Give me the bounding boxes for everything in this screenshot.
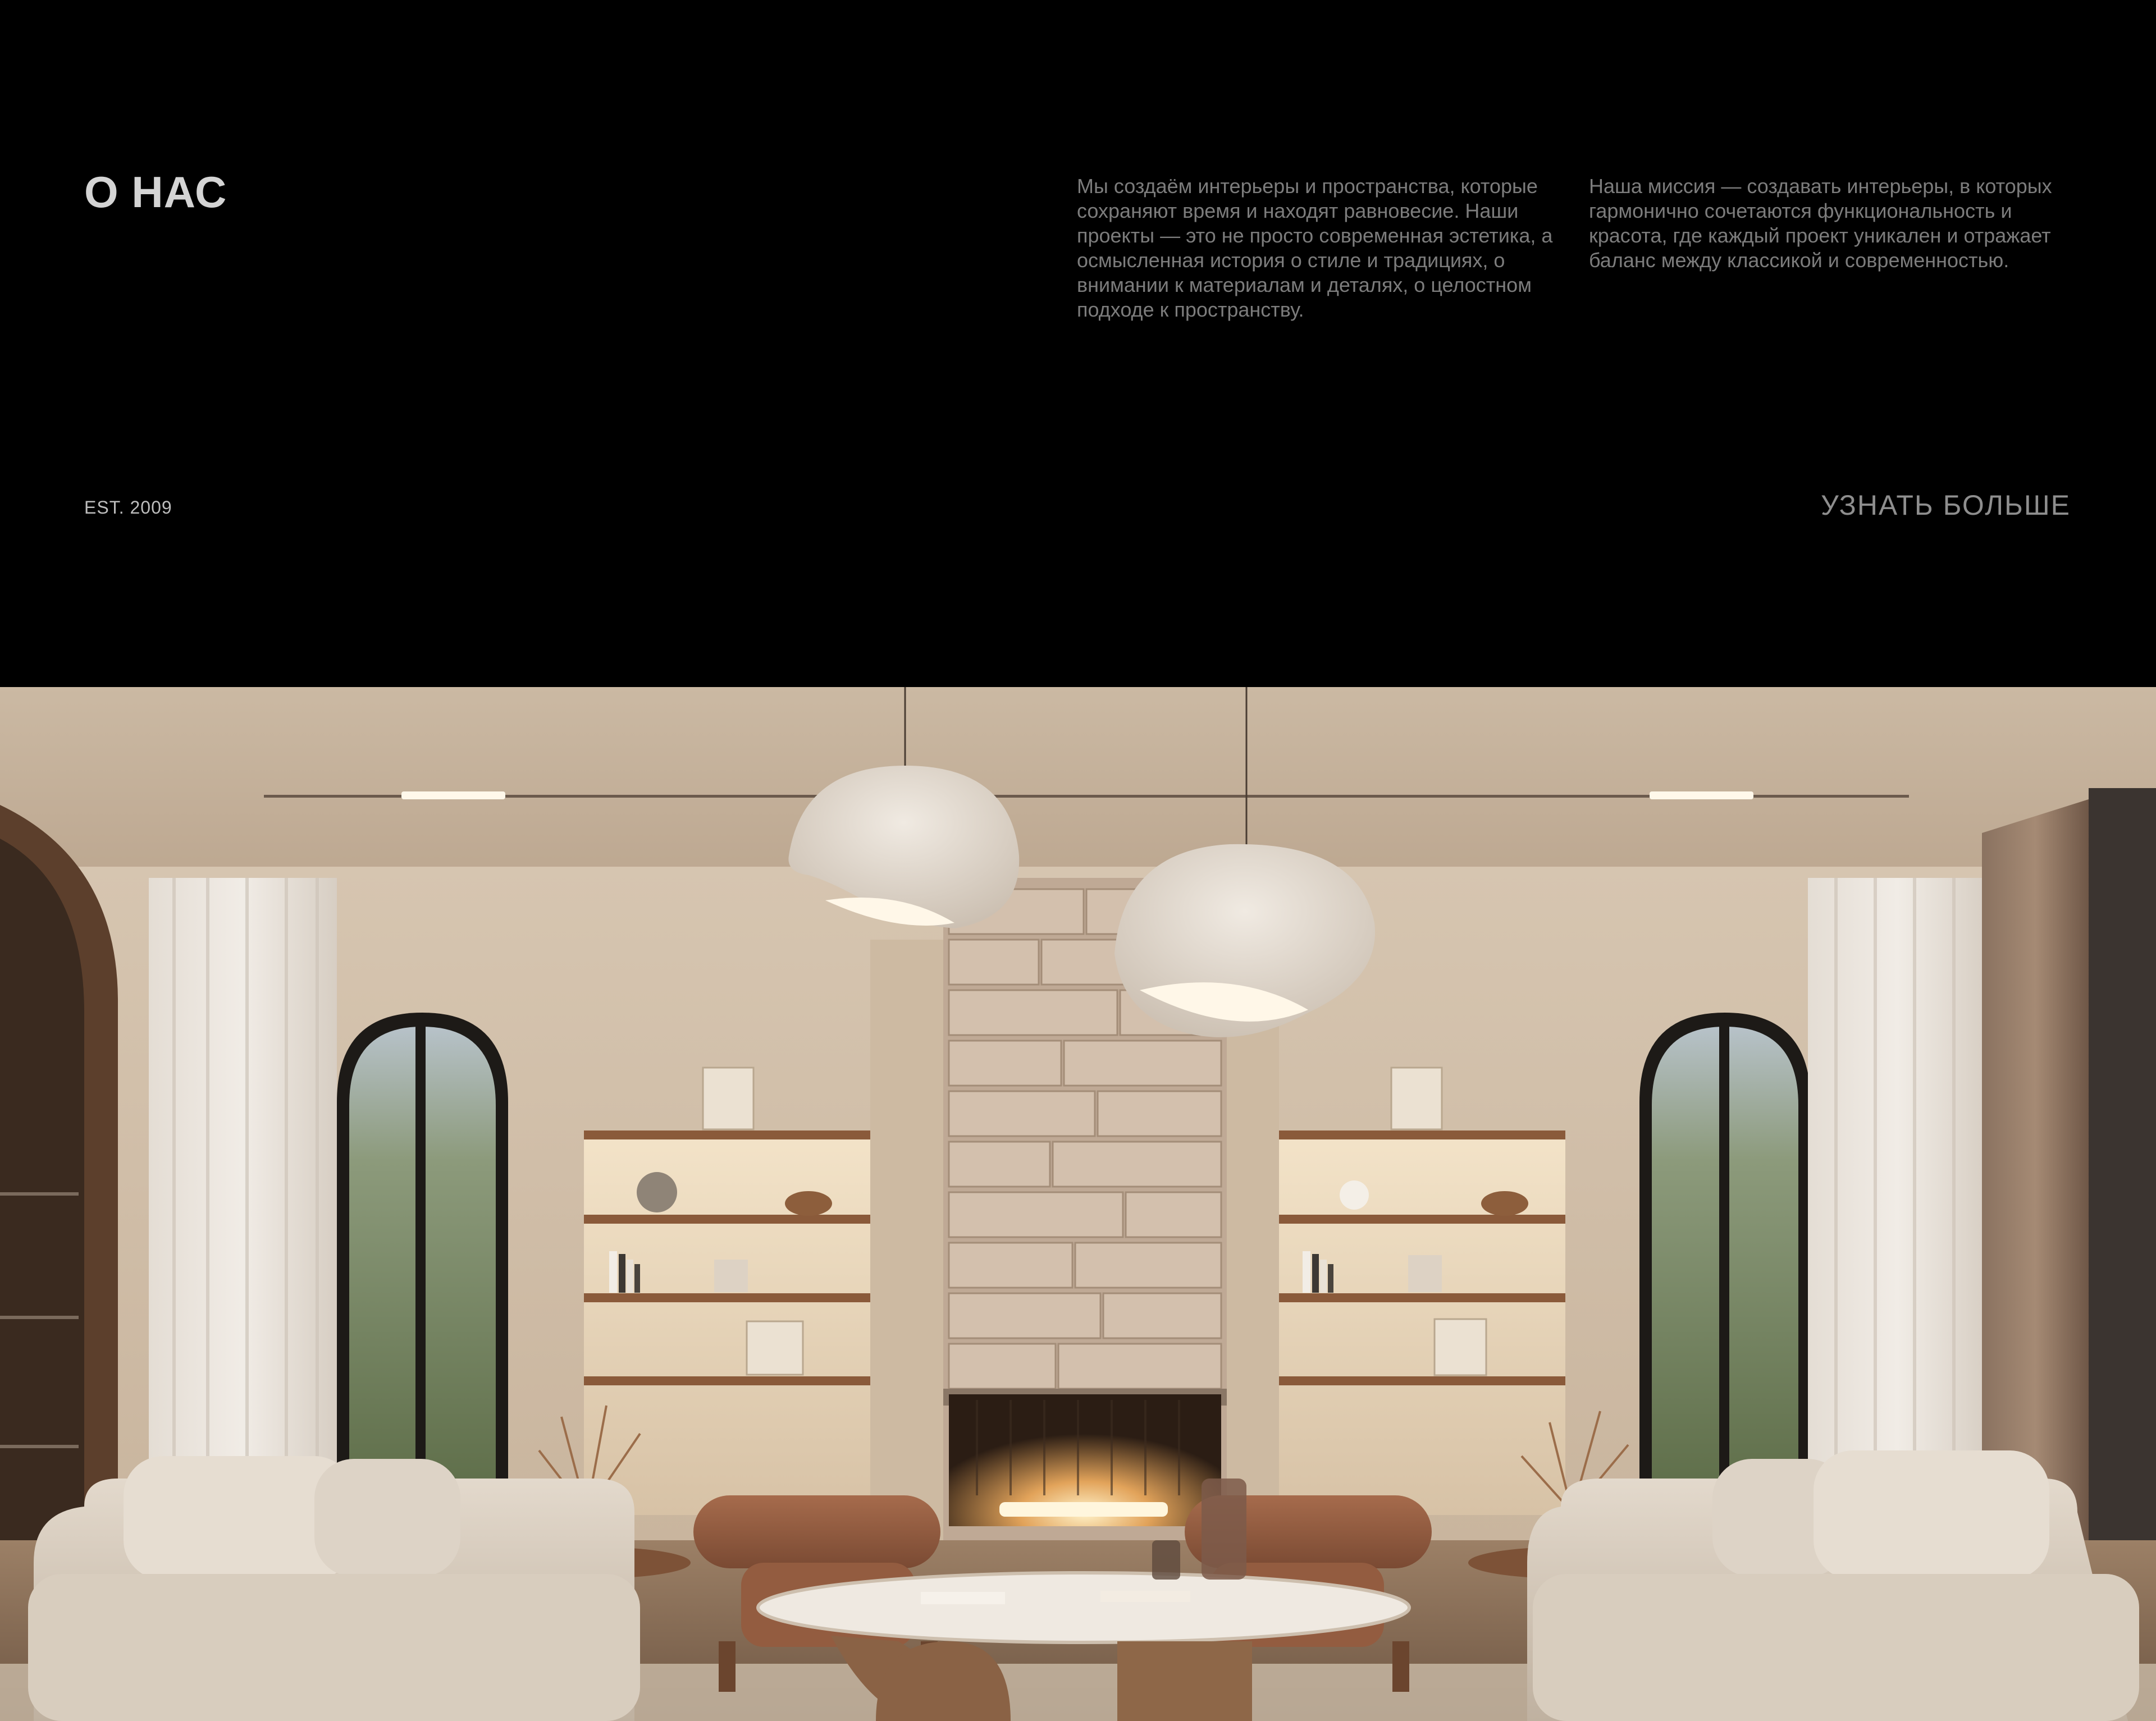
ceiling — [0, 687, 2156, 872]
interior-illustration — [0, 687, 2156, 1721]
section-title: О НАС — [84, 167, 227, 217]
established-label: EST. 2009 — [84, 497, 172, 518]
shelves-left — [584, 1133, 870, 1515]
learn-more-link[interactable]: УЗНАТЬ БОЛЬШЕ — [1821, 488, 2071, 522]
hero-image — [0, 687, 2156, 1721]
ceiling-light-right — [1650, 791, 1753, 799]
coffee-table — [756, 1571, 1411, 1644]
ceiling-light-left — [401, 791, 505, 799]
about-section: О НАС Мы создаём интерьеры и пространств… — [0, 0, 2156, 687]
about-paragraph-1: Мы создаём интерьеры и пространства, кот… — [1077, 175, 1553, 321]
about-paragraph-2: Наша миссия — создавать интерьеры, в кот… — [1589, 175, 2052, 272]
